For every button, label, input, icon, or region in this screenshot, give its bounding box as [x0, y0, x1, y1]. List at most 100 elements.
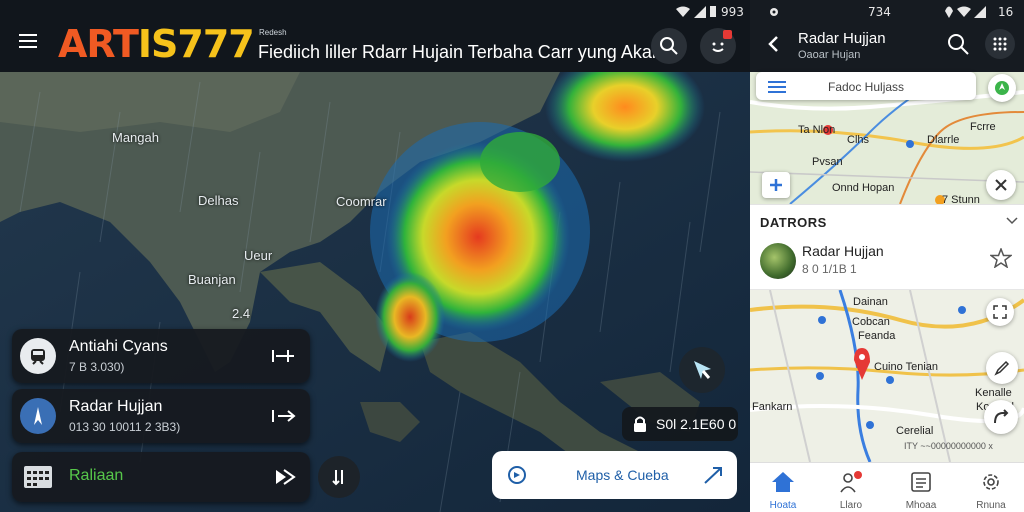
phone-title: Radar Hujjan — [798, 30, 886, 47]
map-label: Pvsan — [812, 156, 843, 168]
map-label: Mangah — [112, 130, 159, 145]
forward-icon — [272, 350, 294, 362]
section-title: DATRORS — [760, 215, 827, 230]
star-icon[interactable] — [990, 248, 1012, 268]
time-chip[interactable]: S0l 2.1E60 0 — [622, 407, 738, 441]
nav-people[interactable]: Llaro — [820, 467, 882, 511]
map-label: Dainan — [853, 296, 888, 308]
nav-news[interactable]: Mhoaa — [890, 467, 952, 511]
map-label: Fcrre — [970, 121, 996, 133]
maps-bar[interactable]: Maps & Cueba — [492, 451, 737, 499]
apps-button[interactable] — [985, 29, 1015, 59]
nav-settings[interactable]: Rnuna — [960, 467, 1022, 511]
card-title: Radar Hujjan — [69, 398, 163, 415]
maps-label: Maps & Cueba — [576, 467, 669, 483]
share-icon — [704, 467, 722, 484]
smiley-icon — [712, 42, 724, 52]
map-label: Ueur — [244, 248, 273, 263]
people-icon — [840, 471, 862, 493]
battery-icon — [710, 6, 716, 17]
nav-label: Mhoaa — [905, 500, 937, 511]
map-label: Delhas — [198, 193, 239, 208]
list-item-subtitle: 8 0 1/1B 1 — [802, 262, 857, 276]
map-search-placeholder: Fadoc Huljass — [828, 80, 905, 94]
fullscreen-button[interactable] — [986, 298, 1014, 326]
edit-button[interactable] — [986, 352, 1018, 384]
search-button[interactable] — [651, 28, 687, 64]
map-label: Dlarrle — [927, 134, 960, 146]
navigation-icon — [694, 361, 711, 379]
gear-icon — [983, 474, 999, 490]
phone-top-bar: 734 16 Radar Hujjan Oaoar Hujan — [750, 0, 1024, 72]
nav-label: Hoata — [769, 500, 797, 511]
map-label: Coomrar — [336, 194, 387, 209]
settings-icon — [770, 8, 778, 16]
grid-icon — [993, 37, 1007, 51]
back-icon[interactable] — [764, 34, 784, 54]
expand-icon — [993, 305, 1007, 319]
route-button[interactable] — [984, 400, 1018, 434]
card-raliaan[interactable]: Raliaan — [12, 452, 310, 502]
map-label: Onnd Hopan — [832, 182, 895, 194]
map-label: Cobcan — [852, 316, 890, 328]
list-item[interactable]: Radar Hujjan 8 0 1/1B 1 — [750, 236, 1024, 290]
map-label: Clhs — [847, 134, 870, 146]
search-icon[interactable] — [946, 32, 970, 56]
calendar-icon — [20, 459, 56, 495]
home-icon — [772, 472, 794, 492]
card-antiahi-cyans[interactable]: Antiahi Cyans 7 B 3.030) — [12, 329, 310, 383]
page-title: Fiediich liller Rdarr Hujain Terbaha Car… — [258, 42, 673, 62]
map-label: Cerelial — [896, 425, 934, 437]
notifications-button[interactable] — [700, 28, 736, 64]
map-search-box[interactable]: Fadoc Huljass — [756, 72, 976, 100]
notification-badge — [723, 30, 732, 39]
avatar — [760, 243, 796, 279]
logo-part1: ART — [58, 22, 139, 66]
nav-label: Rnuna — [976, 500, 1006, 511]
card-radar-hujan[interactable]: Radar Hujjan 013 30 10011 2 3B3) — [12, 389, 310, 443]
search-icon — [660, 37, 678, 55]
lock-icon — [634, 416, 646, 432]
phone-app: 734 16 Radar Hujjan Oaoar Hujan Ta Nlon — [750, 0, 1024, 512]
map-label: Feanda — [858, 330, 896, 342]
close-button[interactable] — [986, 170, 1016, 200]
map-label: 2.4 — [232, 306, 251, 321]
chevron-down-icon[interactable] — [1006, 216, 1018, 226]
nav-home[interactable]: Hoata — [752, 467, 814, 511]
route-icon — [994, 409, 1009, 424]
list-icon — [768, 81, 786, 93]
map-label: Fankarn — [752, 401, 793, 413]
pencil-icon — [994, 360, 1010, 376]
close-icon — [995, 179, 1007, 191]
signal-icon — [694, 6, 706, 18]
phone-subtitle: Oaoar Hujan — [798, 49, 861, 61]
section-header: DATRORS — [750, 204, 1024, 236]
status-time: 734 — [868, 5, 891, 19]
wifi-icon — [957, 6, 971, 17]
nav-label: Llaro — [839, 500, 863, 511]
locate-button[interactable] — [679, 347, 725, 393]
logo-tag: Redesh — [259, 28, 287, 37]
logo-part2: IS777 — [137, 22, 255, 66]
forward-icon — [276, 469, 296, 485]
map-label: Buanjan — [188, 272, 236, 287]
top-bar: 993 ARTIS777 Redesh Fiediich liller Rdar… — [0, 0, 750, 72]
battery-level: 16 — [998, 5, 1014, 19]
status-time: 993 — [721, 5, 744, 19]
card-title: Antiahi Cyans — [69, 338, 168, 355]
card-subtitle: 7 B 3.030) — [69, 360, 125, 374]
gps-button[interactable] — [988, 74, 1016, 102]
bottom-nav: Hoata Llaro Mhoaa Rnuna — [750, 462, 1024, 512]
zoom-in-button[interactable] — [762, 172, 790, 198]
map-label: Kenalle — [975, 387, 1012, 399]
layers-button[interactable] — [318, 456, 360, 498]
card-subtitle: 013 30 10011 2 3B3) — [69, 420, 181, 434]
train-icon — [20, 338, 56, 374]
signal-icon — [974, 6, 986, 18]
time-chip-label: S0l 2.1E60 0 — [656, 416, 737, 432]
menu-button[interactable] — [14, 30, 42, 58]
logo: ARTIS777 — [58, 22, 255, 66]
forward-icon — [272, 410, 296, 422]
plus-icon — [770, 179, 782, 191]
swap-icon — [332, 470, 343, 486]
